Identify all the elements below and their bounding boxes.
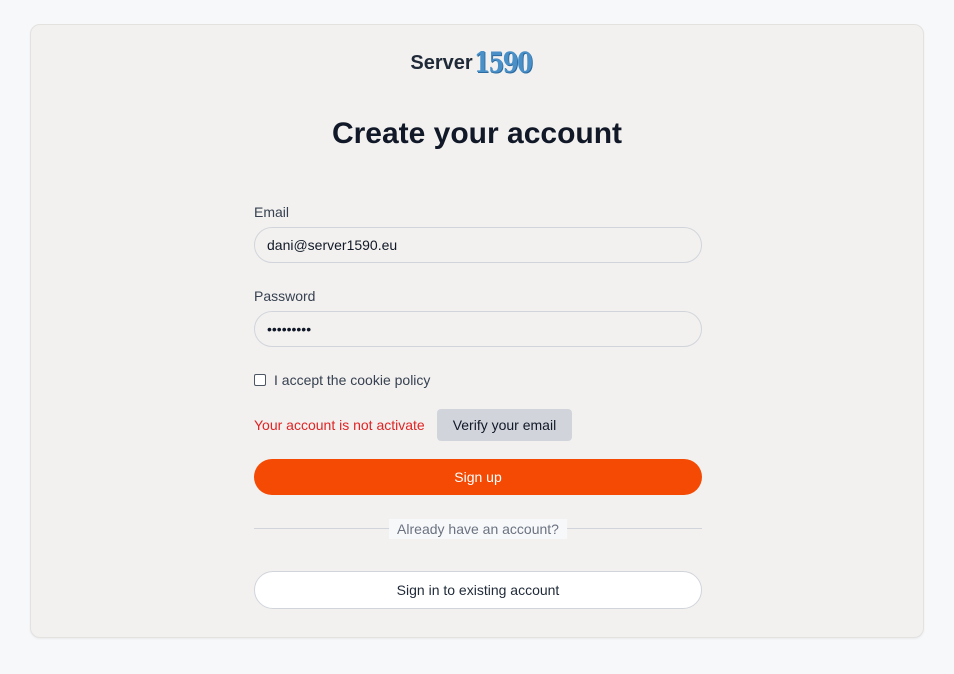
activation-status-row: Your account is not activate Verify your… [254, 409, 573, 441]
logo-text: Server [410, 52, 473, 74]
signup-card: Server1590 Create your account Email dan… [30, 24, 924, 638]
activation-error-message: Your account is not activate [254, 417, 425, 433]
cookie-policy-row: I accept the cookie policy [254, 371, 430, 389]
sign-in-button[interactable]: Sign in to existing account [254, 571, 702, 609]
password-input[interactable]: ••••••••• [254, 311, 702, 347]
password-field-group: Password ••••••••• [254, 287, 702, 347]
verify-email-button[interactable]: Verify your email [436, 409, 573, 441]
logo-number: 1590 [473, 46, 533, 79]
password-label: Password [254, 288, 316, 304]
email-input[interactable]: dani@server1590.eu [254, 227, 702, 263]
email-label: Email [254, 204, 290, 220]
brand-logo: Server1590 [31, 47, 923, 79]
page-title: Create your account [331, 117, 623, 150]
divider: Already have an account? [254, 519, 702, 539]
divider-text: Already have an account? [389, 519, 567, 539]
cookie-policy-label[interactable]: I accept the cookie policy [274, 372, 430, 388]
email-field-group: Email dani@server1590.eu [254, 203, 702, 263]
cookie-policy-checkbox[interactable] [254, 374, 266, 386]
sign-up-button[interactable]: Sign up [254, 459, 702, 495]
